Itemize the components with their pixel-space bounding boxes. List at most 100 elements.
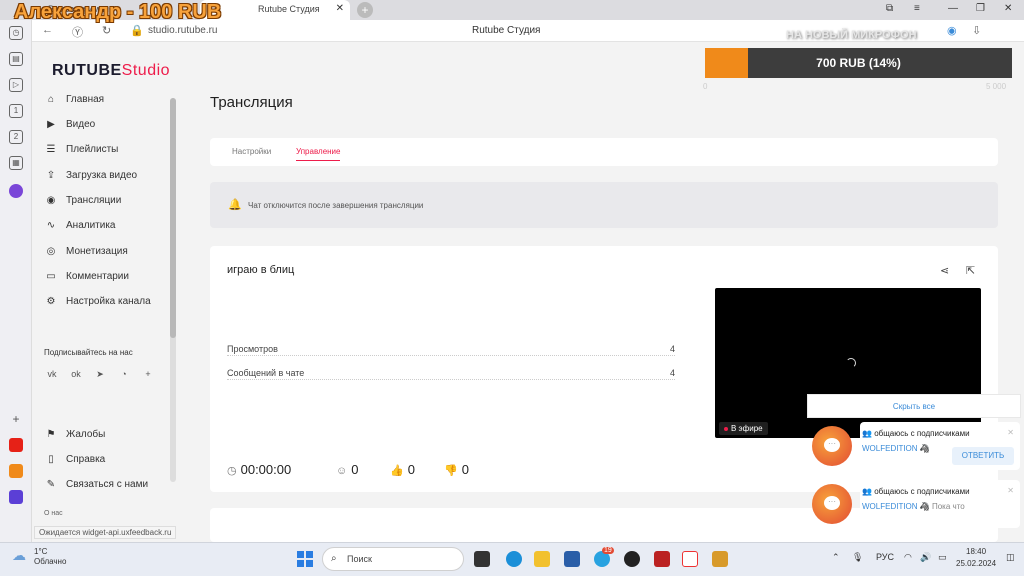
- comments-icon: ▭: [46, 271, 56, 282]
- bell-icon: 🔔: [228, 199, 242, 211]
- live-dot-icon: [724, 426, 728, 431]
- tray-chevron-icon[interactable]: ⌃: [832, 552, 840, 563]
- store-icon[interactable]: [564, 551, 580, 567]
- clock[interactable]: 18:40 25.02.2024: [956, 546, 996, 570]
- menu-icon[interactable]: ≡: [914, 3, 920, 14]
- sidebar-item-analytics[interactable]: ∿ Аналитика: [44, 220, 116, 240]
- youtube-icon[interactable]: [9, 438, 23, 452]
- chat-title-text: общаюсь с подписчиками: [874, 487, 970, 496]
- alice-icon[interactable]: [9, 184, 23, 198]
- video-rail-icon[interactable]: ▷: [9, 78, 23, 92]
- external-link-icon[interactable]: ⇱: [966, 264, 975, 277]
- scrollbar-thumb[interactable]: [170, 98, 176, 338]
- windows-start-icon[interactable]: [297, 551, 313, 567]
- viewers-counter: ☺ 0: [336, 462, 358, 477]
- bookmark-2-icon[interactable]: 2: [9, 130, 23, 144]
- alert-text: Чат отключится после завершения трансляц…: [248, 201, 424, 210]
- more-social-icon[interactable]: +: [140, 366, 156, 382]
- add-panel-icon[interactable]: +: [9, 413, 23, 428]
- stat-label: Сообщений в чате: [227, 368, 305, 378]
- social-title: Подписывайтесь на нас: [44, 348, 133, 357]
- language-indicator[interactable]: РУС: [876, 552, 894, 562]
- messenger-icon[interactable]: [9, 490, 23, 504]
- battery-icon[interactable]: ▭: [938, 552, 947, 563]
- sidebar-item-broadcasts[interactable]: ◉ Трансляции: [44, 195, 122, 215]
- stat-value: 4: [669, 368, 675, 378]
- back-icon[interactable]: ←: [42, 24, 53, 36]
- sidebar-item-comments[interactable]: ▭ Комментарии: [44, 271, 129, 291]
- help-icon: ▯: [48, 454, 54, 465]
- reply-button[interactable]: ОТВЕТИТЬ: [952, 447, 1014, 465]
- viber-icon[interactable]: ◔: [116, 366, 132, 382]
- sidebar-item-monetization[interactable]: ◎ Монетизация: [44, 246, 128, 266]
- history-icon[interactable]: ◷: [9, 26, 23, 40]
- tab-settings[interactable]: Настройки: [232, 147, 271, 156]
- obs-icon[interactable]: [624, 551, 640, 567]
- chat-title: 👥 общаюсь с подписчиками: [862, 429, 970, 438]
- close-window-icon[interactable]: ✕: [1004, 3, 1012, 14]
- microphone-icon[interactable]: 🎙: [852, 552, 863, 563]
- sidebar-item-channel-settings[interactable]: ⚙ Настройка канала: [44, 296, 151, 316]
- stat-label: Просмотров: [227, 344, 278, 354]
- extension-icon[interactable]: ◉: [947, 24, 957, 37]
- sidebar: ⌂ Главная ▶ Видео ☰ Плейлисты ⇪ Загрузка вид…: [32, 88, 180, 542]
- bookmark-3-icon[interactable]: ▦: [9, 156, 23, 170]
- maximize-icon[interactable]: ❐: [976, 3, 985, 14]
- stat-chat-messages: Сообщений в чате 4: [227, 368, 675, 380]
- odnoklassniki-icon[interactable]: ok: [68, 366, 84, 382]
- telegram-icon[interactable]: ➤: [92, 366, 108, 382]
- complaints-icon: ⚑: [46, 429, 56, 440]
- collections-icon[interactable]: ▤: [9, 52, 23, 66]
- stat-value: 4: [669, 344, 675, 354]
- goal-max: 5 000: [986, 82, 1007, 91]
- wifi-icon[interactable]: ◠: [904, 552, 912, 563]
- yandex-icon[interactable]: Ⓨ: [72, 24, 83, 40]
- notifications-icon[interactable]: ◫: [1006, 552, 1015, 563]
- sidebar-item-video[interactable]: ▶ Видео: [44, 119, 95, 139]
- sidebar-item-help[interactable]: ▯ Справка: [44, 454, 105, 474]
- photos-icon[interactable]: [712, 551, 728, 567]
- bookmark-1-icon[interactable]: 1: [9, 104, 23, 118]
- sidebar-item-upload[interactable]: ⇪ Загрузка видео: [44, 170, 137, 190]
- hide-all-button[interactable]: Скрыть все: [807, 394, 1021, 418]
- tab-management[interactable]: Управление: [296, 147, 341, 161]
- reload-icon[interactable]: ↻: [102, 24, 111, 37]
- task-view-icon[interactable]: [474, 551, 490, 567]
- close-icon[interactable]: ✕: [1007, 486, 1014, 495]
- minimize-icon[interactable]: —: [948, 3, 958, 14]
- explorer-icon[interactable]: [534, 551, 550, 567]
- url-text[interactable]: studio.rutube.ru: [148, 25, 218, 36]
- vk-icon[interactable]: vk: [44, 366, 60, 382]
- live-badge: В эфире: [719, 422, 768, 435]
- sidebar-item-home[interactable]: ⌂ Главная: [44, 94, 104, 114]
- new-tab-button[interactable]: +: [357, 2, 373, 18]
- chat-author-name: WOLFEDITION 🦓: [862, 444, 930, 453]
- avatar: ···: [812, 484, 852, 524]
- cloud-icon: ☁: [12, 547, 26, 563]
- window-layout-icon[interactable]: ⧉: [886, 3, 893, 14]
- download-icon[interactable]: ⇩: [972, 24, 981, 37]
- share-icon[interactable]: ⋖: [940, 264, 949, 277]
- edge-icon[interactable]: [506, 551, 522, 567]
- close-icon[interactable]: ✕: [336, 3, 344, 14]
- clock-time: 18:40: [966, 547, 987, 556]
- close-icon[interactable]: ✕: [1007, 428, 1014, 437]
- likes-counter: 👍 0: [390, 462, 415, 477]
- sidebar-scrollbar[interactable]: [170, 98, 176, 482]
- viewers-value: 0: [351, 462, 359, 477]
- taskbar-search[interactable]: ⌕ Поиск: [322, 547, 464, 571]
- sidebar-item-complaints[interactable]: ⚑ Жалобы: [44, 429, 106, 449]
- volume-icon[interactable]: 🔊: [920, 552, 931, 563]
- chat-bubble-icon: ···: [824, 496, 840, 510]
- yandex-browser-icon[interactable]: [682, 551, 698, 567]
- tab-rutube-studio[interactable]: Rutube Студия ✕: [200, 0, 350, 20]
- page-heading: Трансляция: [210, 94, 293, 111]
- chat-bubble-icon: ···: [824, 438, 840, 452]
- sidebar-item-playlists[interactable]: ☰ Плейлисты: [44, 144, 119, 164]
- game-icon[interactable]: [654, 551, 670, 567]
- rutube-studio-logo[interactable]: RUTUBEStudio: [52, 62, 170, 80]
- weather-widget[interactable]: ☁ 1°C Облачно: [12, 547, 66, 567]
- sidebar-item-contact[interactable]: ✎ Связаться с нами: [44, 479, 148, 499]
- mail-icon[interactable]: [9, 464, 23, 478]
- channel-settings-icon: ⚙: [46, 296, 56, 307]
